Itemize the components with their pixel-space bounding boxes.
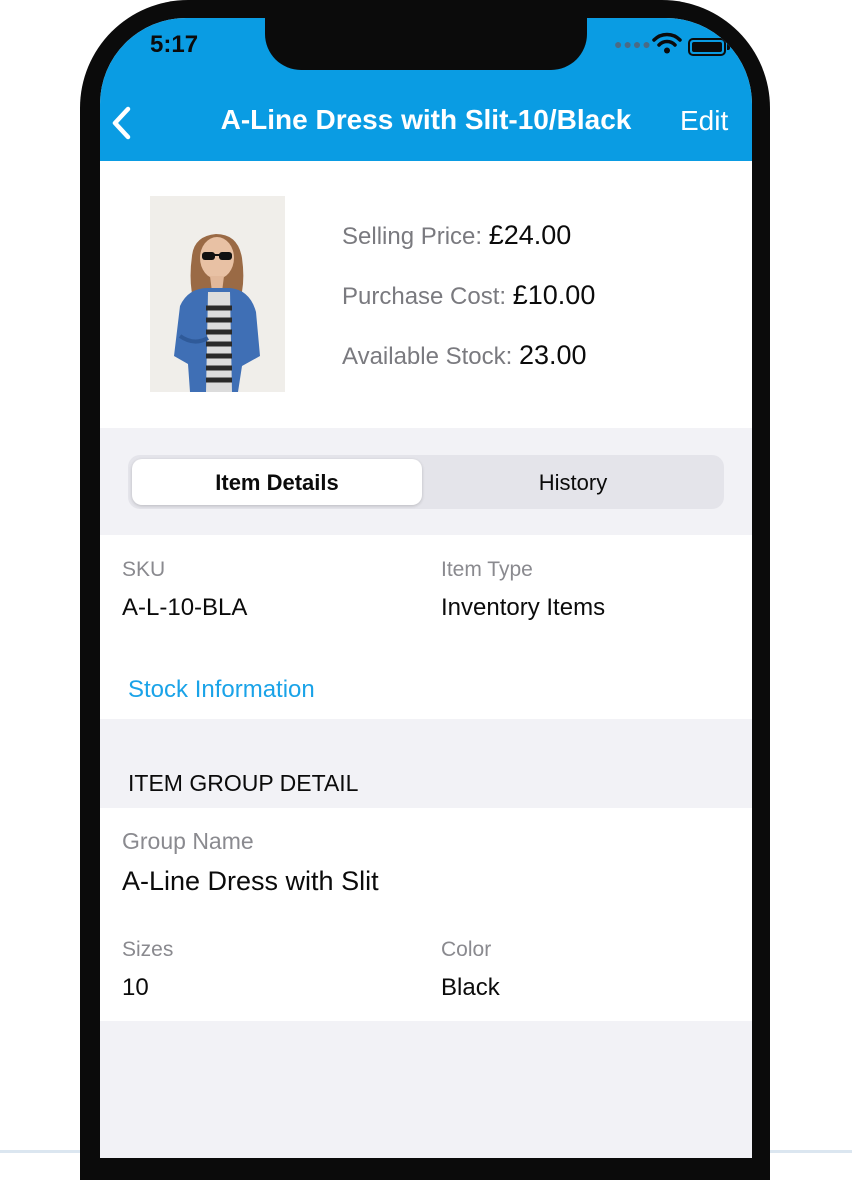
- sku-label: SKU: [122, 558, 166, 581]
- sku-value: A-L-10-BLA: [122, 594, 248, 621]
- tab-history[interactable]: History: [426, 470, 720, 496]
- item-type-value: Inventory Items: [441, 594, 606, 621]
- item-type-label: Item Type: [441, 558, 533, 581]
- purchase-cost-label: Purchase Cost:: [342, 283, 507, 310]
- color-label: Color: [441, 938, 492, 961]
- selling-price-label: Selling Price:: [342, 223, 483, 250]
- selling-price-row: Selling Price: £24.00: [342, 220, 571, 251]
- group-name-value: A-Line Dress with Slit: [122, 866, 379, 896]
- purchase-cost-row: Purchase Cost: £10.00: [342, 280, 595, 311]
- sizes-value: 10: [122, 974, 149, 1001]
- battery-icon: [688, 38, 726, 56]
- sizes-label: Sizes: [122, 938, 174, 961]
- status-time: 5:17: [150, 31, 199, 58]
- signal-dots-icon: ●●●●: [614, 36, 652, 52]
- stock-information-link[interactable]: Stock Information: [128, 676, 315, 704]
- purchase-cost-value: £10.00: [512, 280, 596, 310]
- group-name-label: Group Name: [122, 828, 254, 854]
- back-chevron-icon[interactable]: [110, 106, 132, 140]
- selling-price-value: £24.00: [488, 220, 572, 250]
- phone-screen: 5:17 ●●●● A-Line Dress with Slit-10/Blac…: [100, 18, 752, 1158]
- battery-tip: [727, 43, 730, 50]
- available-stock-row: Available Stock: 23.00: [342, 340, 587, 371]
- tab-item-details-label[interactable]: Item Details: [132, 470, 422, 496]
- segmented-control: Item Details History: [128, 455, 724, 509]
- page-title: A-Line Dress with Slit-10/Black: [220, 104, 632, 135]
- color-value: Black: [441, 974, 500, 1001]
- edit-button[interactable]: Edit: [680, 105, 728, 137]
- item-photo: [150, 196, 285, 392]
- available-stock-value: 23.00: [519, 340, 587, 370]
- wifi-icon: [652, 32, 682, 54]
- available-stock-label: Available Stock:: [342, 343, 513, 370]
- navigation-header: 5:17 ●●●● A-Line Dress with Slit-10/Blac…: [100, 18, 752, 161]
- phone-notch: [265, 18, 587, 70]
- item-group-section-title: ITEM GROUP DETAIL: [128, 770, 359, 796]
